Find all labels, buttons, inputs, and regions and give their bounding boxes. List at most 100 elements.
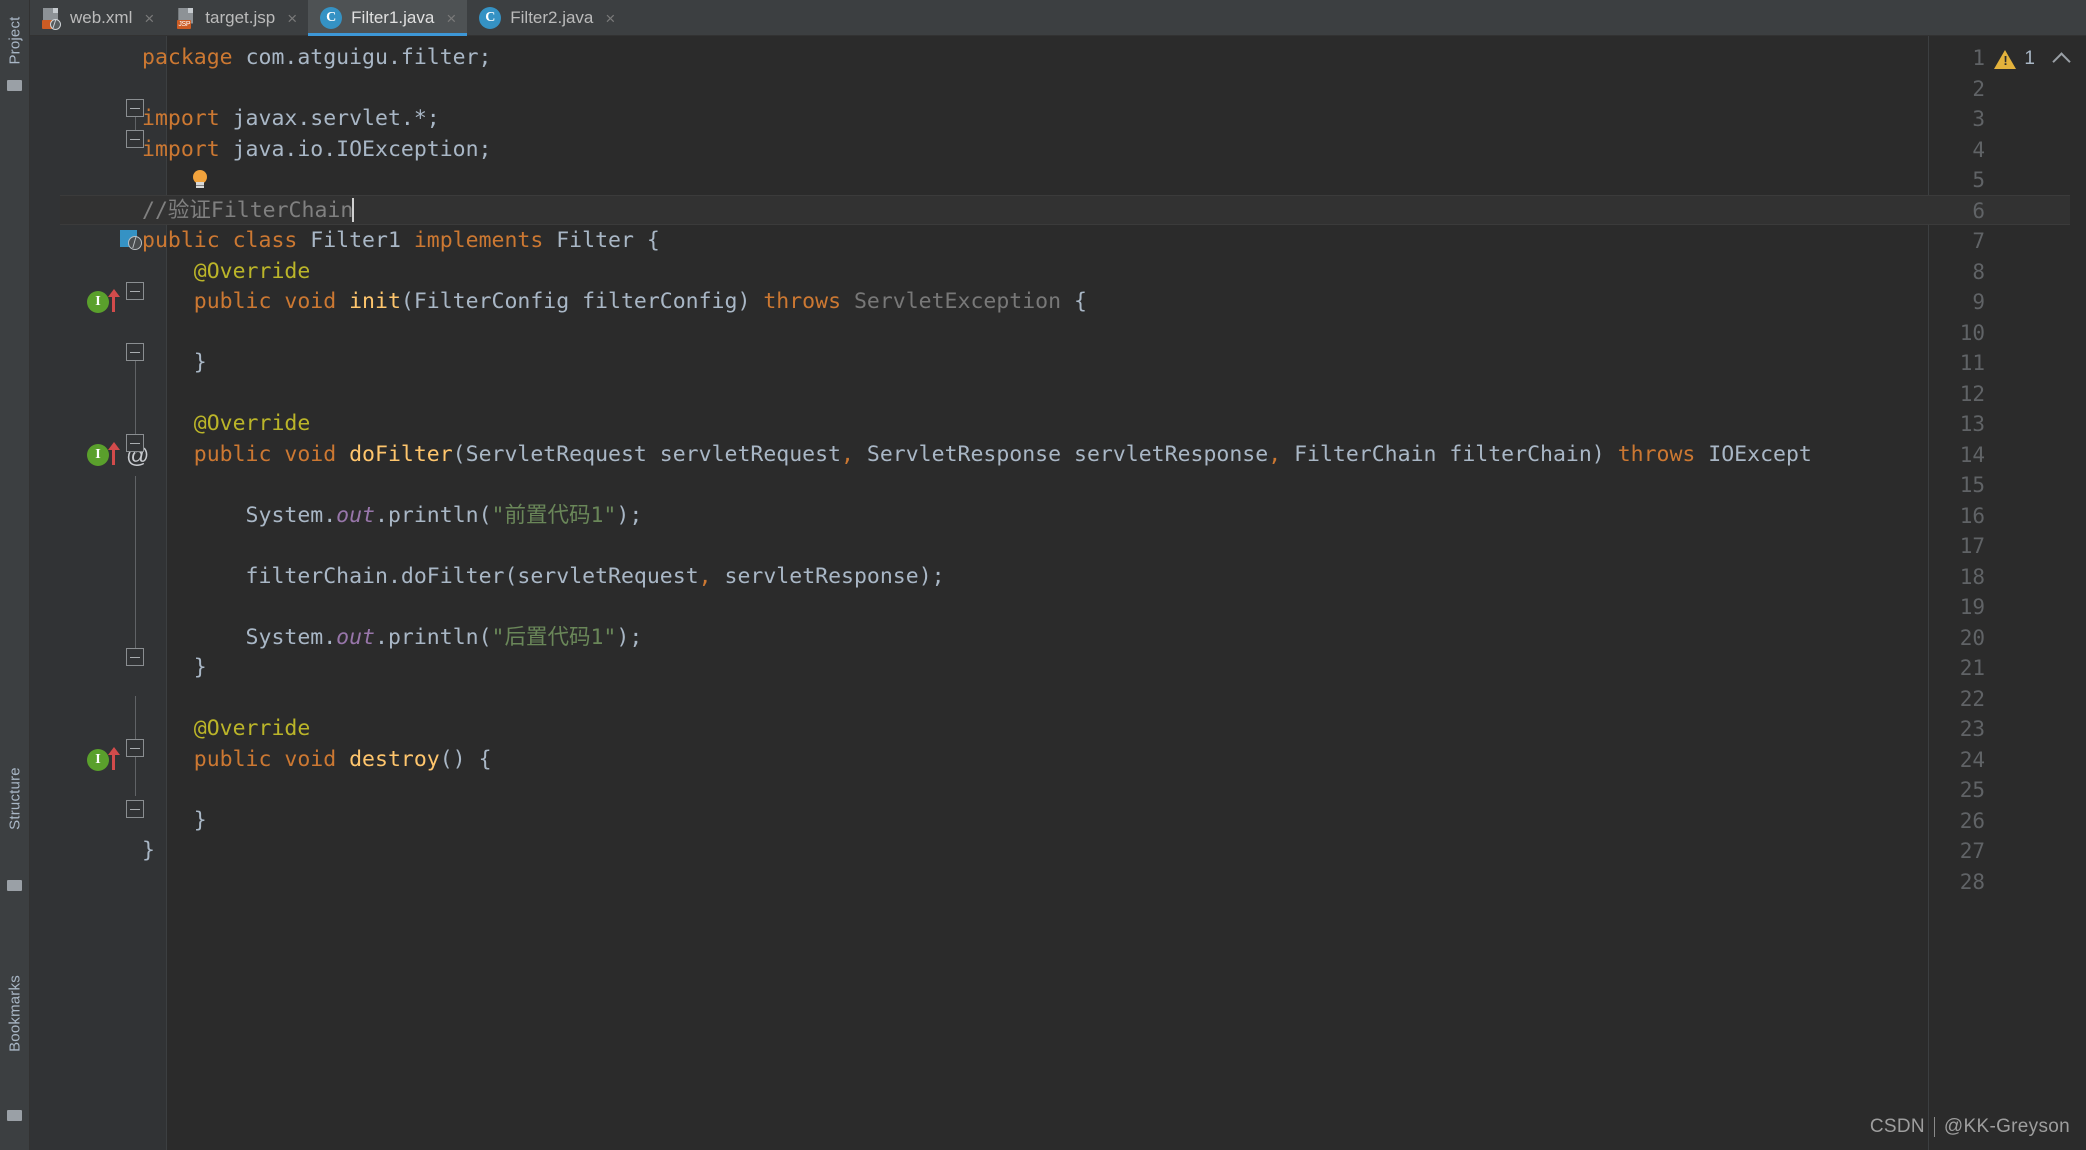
implementing-method-icon[interactable]: I [87,443,109,466]
line-number: 12 [1959,381,1985,406]
line-number: 23 [1959,717,1985,741]
code-token: throws [763,289,854,314]
fold-marker-destroy-start[interactable] [126,739,144,757]
code-token: ( [478,502,492,528]
fold-line-dofilter-body [135,476,136,666]
code-token: Filter1 [310,228,414,253]
line-number: 15 [1959,473,1985,497]
fold-marker-import-start[interactable] [126,99,144,117]
code-token: , [698,563,725,589]
code-token: public void [142,441,350,467]
code-token: } [142,350,207,375]
code-line[interactable]: @Override [142,257,311,288]
structure-rail-handle[interactable] [7,880,22,891]
code-line[interactable]: public void destroy() { [142,745,492,776]
code-token: @Override [142,716,311,741]
fold-marker-init-end[interactable] [126,343,144,361]
project-rail-handle[interactable] [7,80,22,91]
jsp-file-icon: JSP [177,7,196,29]
overriding-arrow-icon[interactable] [108,289,120,313]
code-line[interactable]: @Override [142,409,311,440]
code-token: println [387,624,479,650]
code-token: } [142,838,155,863]
jsp-badge: JSP [177,19,192,29]
tab-filter2-java[interactable]: C Filter2.java × [467,0,626,36]
code-token: implements [413,228,557,253]
code-token: Filter [556,228,647,253]
code-token: ServletException [853,289,1075,314]
code-token: ); [616,502,643,528]
code-token: ); [616,624,643,650]
close-icon[interactable]: × [446,10,456,27]
left-tool-rail: Project Structure Bookmarks [0,0,30,1150]
code-token: javax.servlet.*; [232,106,440,131]
servlet-class-marker-icon[interactable] [120,230,142,252]
sidebar-item-bookmarks[interactable]: Bookmarks [7,969,24,1059]
fold-marker-dofilter-start[interactable] [126,434,144,452]
tab-label-target-jsp: target.jsp [205,8,276,27]
line-number: 26 [1959,808,1985,833]
intention-lightbulb-icon[interactable] [192,170,208,190]
code-line[interactable]: public void init(FilterConfig filterConf… [142,287,1087,318]
fold-marker-import-end[interactable] [126,130,144,148]
code-line[interactable]: System.out.println("后置代码1"); [142,623,643,654]
code-token: ( [504,563,518,589]
code-line[interactable]: } [142,836,155,867]
code-token: { [478,746,492,772]
code-token: . [323,624,337,650]
fold-marker-init-start[interactable] [126,282,144,300]
text-caret [352,197,355,222]
code-line[interactable]: @Override [142,714,311,745]
close-icon[interactable]: × [144,10,154,27]
editor-scrollbar[interactable] [2070,72,2086,1150]
code-line[interactable]: public class Filter1 implements Filter { [142,226,660,257]
code-token: import [142,136,233,162]
code-line[interactable]: filterChain.doFilter(servletRequest, ser… [142,562,945,593]
code-token: FilterConfig filterConfig [413,289,738,314]
code-token: () [439,746,479,772]
bookmarks-rail-handle[interactable] [7,1110,22,1121]
close-icon[interactable]: × [287,10,297,27]
implementing-method-icon[interactable]: I [87,748,109,771]
tab-label-filter2-java: Filter2.java [510,8,594,27]
close-icon[interactable]: × [605,10,615,27]
code-line[interactable]: System.out.println("前置代码1"); [142,501,643,532]
code-token: out [336,502,376,528]
tab-filter1-java[interactable]: C Filter1.java × [308,0,468,36]
tab-web-xml[interactable]: web.xml × [30,0,165,36]
line-number: 27 [1959,839,1985,863]
code-token: . [375,502,388,528]
code-line[interactable]: } [142,806,207,837]
code-editor[interactable]: 1 package com.atguigu.filter; 2 3 import jav… [30,36,2086,1150]
sidebar-item-structure[interactable]: Structure [7,754,24,844]
watermark-author: @KK-Greyson [1943,1116,2070,1137]
fold-marker-destroy-end[interactable] [126,800,144,818]
code-token: public void [142,289,350,314]
code-token: com.atguigu.filter; [245,45,492,70]
overriding-arrow-icon[interactable] [108,441,120,466]
overriding-arrow-icon[interactable] [108,746,120,771]
code-token: filterChain [142,563,388,589]
code-line[interactable]: import java.io.IOException; [142,135,492,166]
code-token: FilterChain filterChain [1294,441,1592,467]
fold-marker-dofilter-end[interactable] [126,648,144,666]
code-token: "后置代码1" [491,624,617,650]
code-line[interactable]: package com.atguigu.filter; [142,43,492,74]
code-token: public class [142,228,311,253]
code-token: { [646,228,660,253]
implementing-method-icon[interactable]: I [87,291,109,313]
code-line[interactable]: } [142,653,207,684]
code-token: @Override [142,258,311,284]
code-line[interactable]: //验证FilterChain [142,196,355,227]
tab-target-jsp[interactable]: JSP target.jsp × [165,0,308,36]
code-line[interactable]: import javax.servlet.*; [142,104,440,135]
code-line[interactable]: } [142,348,207,379]
code-token: ( [400,289,414,314]
code-line[interactable]: public void doFilter(ServletRequest serv… [142,440,1812,471]
inspection-status-widget[interactable]: 1 [1994,48,2071,71]
code-token: ( [478,624,492,650]
sidebar-item-project[interactable]: Project [7,0,24,86]
chevron-up-icon[interactable] [2052,51,2071,71]
code-token: { [1074,289,1087,314]
code-token: } [142,807,207,833]
